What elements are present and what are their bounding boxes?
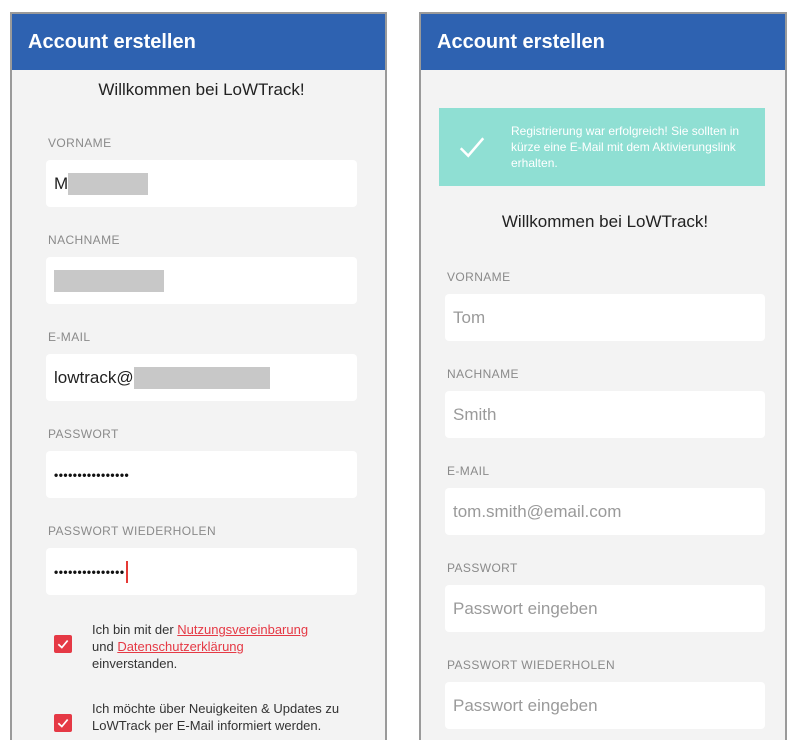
last-name-placeholder: Smith bbox=[453, 404, 497, 424]
newsletter-row: Ich möchte über Neuigkeiten & Updates zu… bbox=[54, 700, 357, 734]
terms-row: Ich bin mit der Nutzungsvereinbarung und… bbox=[54, 621, 357, 672]
terms-prefix: Ich bin mit der bbox=[92, 622, 178, 637]
password-label: PASSWORT bbox=[48, 427, 119, 441]
welcome-text: Willkommen bei LoWTrack! bbox=[98, 80, 305, 99]
email-label: E-MAIL bbox=[447, 464, 490, 478]
app-bar: Account erstellen bbox=[421, 14, 785, 70]
first-name-field[interactable]: Tom bbox=[445, 294, 765, 341]
email-field[interactable]: lowtrack@ bbox=[46, 354, 357, 401]
privacy-policy-link[interactable]: Datenschutzerklärung bbox=[117, 639, 243, 654]
password-label: PASSWORT bbox=[447, 561, 518, 575]
success-message: Registrierung war erfolgreich! Sie sollt… bbox=[511, 124, 740, 170]
password-placeholder: Passwort eingeben bbox=[453, 598, 598, 618]
checkbox-check-icon bbox=[57, 639, 69, 649]
password-field[interactable]: •••••••••••••••• bbox=[46, 451, 357, 498]
first-name-value: M bbox=[54, 173, 69, 193]
email-label: E-MAIL bbox=[48, 330, 91, 344]
terms-text: Ich bin mit der Nutzungsvereinbarung und… bbox=[92, 621, 308, 672]
password-repeat-label: PASSWORT WIEDERHOLEN bbox=[48, 524, 217, 538]
newsletter-text: Ich möchte über Neuigkeiten & Updates zu… bbox=[92, 701, 340, 733]
password-field[interactable]: Passwort eingeben bbox=[445, 585, 765, 632]
password-value: •••••••••••••••• bbox=[54, 467, 130, 482]
text-cursor bbox=[125, 560, 128, 583]
success-banner: Registrierung war erfolgreich! Sie sollt… bbox=[439, 108, 765, 186]
first-name-label: VORNAME bbox=[447, 270, 511, 284]
email-placeholder: tom.smith@email.com bbox=[453, 501, 622, 521]
checkbox-check-icon bbox=[57, 718, 69, 728]
password-repeat-field[interactable]: Passwort eingeben bbox=[445, 682, 765, 729]
registration-screen-filled: Account erstellen Willkommen bei LoWTrac… bbox=[10, 12, 387, 740]
last-name-field[interactable] bbox=[46, 257, 357, 304]
password-repeat-placeholder: Passwort eingeben bbox=[453, 695, 598, 715]
password-repeat-field[interactable]: ••••••••••••••• bbox=[46, 548, 357, 595]
terms-mid: und bbox=[92, 639, 118, 654]
registration-screen-success: Account erstellen Registrierung war erfo… bbox=[419, 12, 787, 740]
terms-checkbox[interactable] bbox=[54, 635, 72, 653]
redacted-block bbox=[54, 269, 164, 292]
last-name-label: NACHNAME bbox=[48, 233, 120, 247]
redacted-block bbox=[68, 172, 149, 195]
password-repeat-value: ••••••••••••••• bbox=[54, 564, 125, 579]
app-bar-title: Account erstellen bbox=[28, 30, 196, 53]
email-field[interactable]: tom.smith@email.com bbox=[445, 488, 765, 535]
last-name-label: NACHNAME bbox=[447, 367, 519, 381]
app-bar: Account erstellen bbox=[12, 14, 385, 70]
welcome-text: Willkommen bei LoWTrack! bbox=[501, 212, 709, 231]
email-value: lowtrack@ bbox=[54, 367, 134, 387]
first-name-field[interactable]: M bbox=[46, 160, 357, 207]
first-name-label: VORNAME bbox=[48, 136, 112, 150]
first-name-placeholder: Tom bbox=[453, 307, 486, 327]
terms-of-use-link[interactable]: Nutzungsvereinbarung bbox=[177, 622, 308, 637]
newsletter-checkbox[interactable] bbox=[54, 714, 72, 732]
terms-suffix: einverstanden. bbox=[92, 656, 178, 671]
redacted-block bbox=[133, 366, 270, 389]
success-check-icon bbox=[459, 137, 485, 158]
password-repeat-label: PASSWORT WIEDERHOLEN bbox=[447, 658, 616, 672]
last-name-field[interactable]: Smith bbox=[445, 391, 765, 438]
app-bar-title: Account erstellen bbox=[437, 30, 605, 53]
